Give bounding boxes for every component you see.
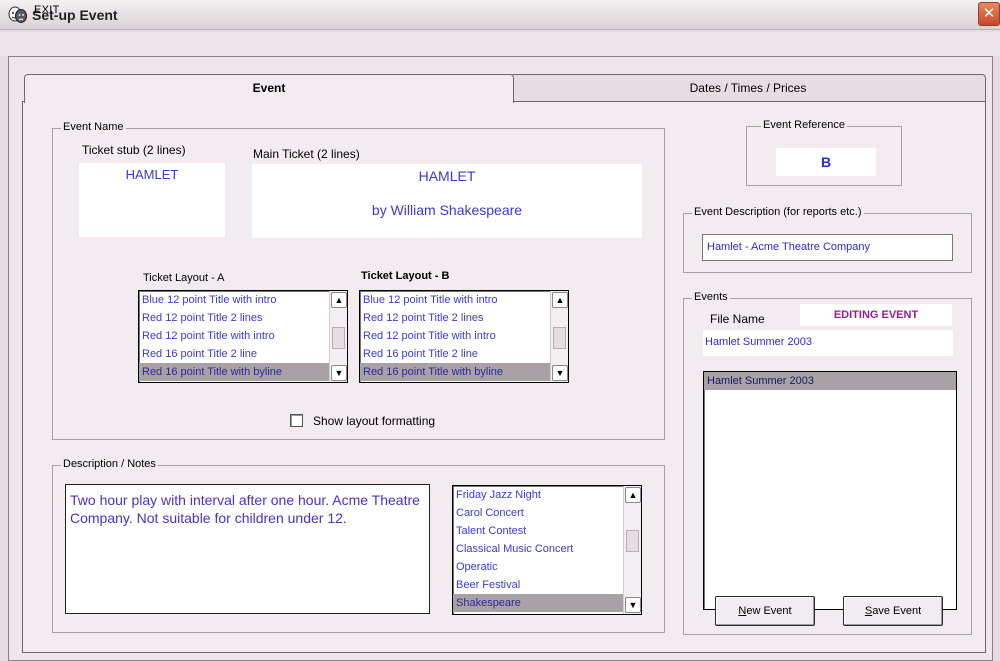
show-layout-label: Show layout formatting (313, 414, 436, 428)
scrollbar[interactable]: ▲ ▼ (623, 486, 641, 614)
list-item[interactable]: Red 12 point Title 2 lines (139, 309, 347, 327)
layout-a-label: Ticket Layout - A (143, 272, 225, 284)
event-description-input[interactable]: Hamlet - Acme Theatre Company (702, 234, 953, 261)
notes-textarea[interactable]: Two hour play with interval after one ho… (65, 484, 430, 614)
events-list[interactable]: Hamlet Summer 2003 (703, 371, 957, 610)
arrow-up-icon[interactable]: ▲ (552, 292, 568, 308)
event-reference-group-label: Event Reference (761, 119, 847, 131)
title-bar (0, 0, 1000, 30)
file-name-label: File Name (710, 312, 765, 326)
main-ticket-line2: by William Shakespeare (371, 202, 523, 218)
save-event-button[interactable]: Save Event (843, 596, 943, 626)
list-item-selected[interactable]: Hamlet Summer 2003 (704, 372, 956, 390)
event-name-group-label: Event Name (61, 121, 126, 133)
events-group-label: Events (692, 291, 730, 303)
event-description-group-label: Event Description (for reports etc.) (692, 206, 864, 218)
list-item[interactable]: Talent Contest (453, 522, 641, 540)
file-name-input[interactable]: Hamlet Summer 2003 (703, 330, 953, 356)
menu-exit[interactable]: EXIT (34, 4, 60, 16)
main-ticket-label: Main Ticket (2 lines) (253, 147, 360, 161)
scrollbar-thumb[interactable] (553, 327, 566, 349)
ticket-layout-b-list[interactable]: Blue 12 point Title with intro Red 12 po… (359, 290, 569, 383)
new-event-button[interactable]: New Event (715, 596, 815, 626)
tab-dates-times-prices[interactable]: Dates / Times / Prices (510, 74, 986, 102)
main-ticket-field[interactable]: HAMLET by William Shakespeare (252, 164, 642, 238)
arrow-up-icon[interactable]: ▲ (625, 487, 641, 503)
list-item[interactable]: Red 12 point Title with intro (139, 327, 347, 345)
layout-b-label: Ticket Layout - B (361, 270, 450, 282)
arrow-down-icon[interactable]: ▼ (331, 365, 347, 381)
event-reference-field[interactable]: B (776, 148, 876, 176)
list-item-selected[interactable]: Red 16 point Title with byline (139, 363, 347, 381)
show-layout-checkbox[interactable] (290, 414, 303, 427)
list-item[interactable]: Red 16 point Title 2 line (360, 345, 568, 363)
scrollbar[interactable]: ▲ ▼ (550, 291, 568, 382)
ticket-stub-text: HAMLET (125, 167, 179, 182)
arrow-down-icon[interactable]: ▼ (552, 365, 568, 381)
list-item[interactable]: Blue 12 point Title with intro (139, 291, 347, 309)
ticket-layout-a-list[interactable]: Blue 12 point Title with intro Red 12 po… (138, 290, 348, 383)
list-item[interactable]: Red 12 point Title 2 lines (360, 309, 568, 327)
list-item[interactable]: Beer Festival (453, 576, 641, 594)
tab-event[interactable]: Event (24, 74, 514, 103)
arrow-up-icon[interactable]: ▲ (331, 292, 347, 308)
theatre-masks-icon (8, 6, 28, 24)
scrollbar-thumb[interactable] (626, 530, 639, 552)
ticket-stub-label: Ticket stub (2 lines) (82, 143, 186, 157)
scrollbar-thumb[interactable] (332, 327, 345, 349)
menu-bar (0, 32, 1000, 56)
close-icon: ✕ (982, 5, 996, 22)
list-item[interactable]: Classical Music Concert (453, 540, 641, 558)
list-item[interactable]: Red 12 point Title with intro (360, 327, 568, 345)
description-notes-group-label: Description / Notes (61, 458, 158, 470)
close-button[interactable]: ✕ (978, 2, 1000, 26)
editing-status-badge: EDITING EVENT (800, 304, 952, 326)
list-item[interactable]: Carol Concert (453, 504, 641, 522)
save-event-label: ave Event (872, 605, 922, 617)
list-item-selected[interactable]: Shakespeare (453, 594, 641, 612)
list-item[interactable]: Operatic (453, 558, 641, 576)
event-genre-list[interactable]: Friday Jazz Night Carol Concert Talent C… (452, 485, 642, 615)
scrollbar[interactable]: ▲ ▼ (329, 291, 347, 382)
ticket-stub-field[interactable]: HAMLET (79, 163, 225, 237)
arrow-down-icon[interactable]: ▼ (625, 597, 641, 613)
list-item[interactable]: Friday Jazz Night (453, 486, 641, 504)
main-ticket-line1: HAMLET (418, 168, 476, 184)
list-item[interactable]: Blue 12 point Title with intro (360, 291, 568, 309)
list-item-selected[interactable]: Red 16 point Title with byline (360, 363, 568, 381)
new-event-label: ew Event (746, 605, 792, 617)
list-item[interactable]: Red 16 point Title 2 line (139, 345, 347, 363)
